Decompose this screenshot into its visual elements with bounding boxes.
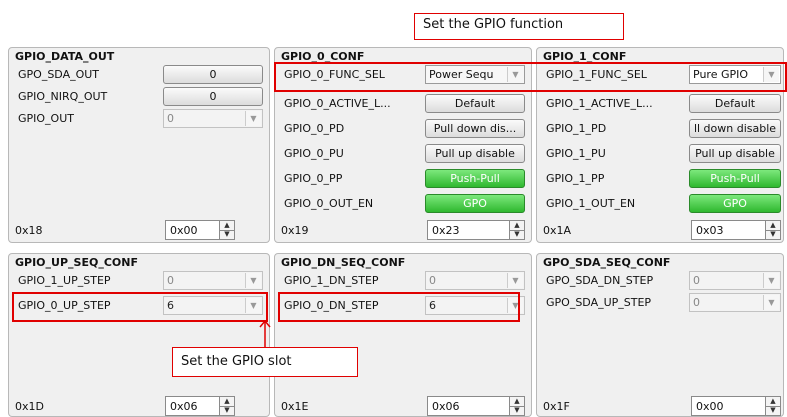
register-value-spinbox[interactable]: 0x00 ▲ ▼ (691, 396, 781, 416)
panel-title: GPIO_DN_SEQ_CONF (281, 256, 406, 269)
register-address: 0x1E (281, 400, 309, 413)
select-value: 0 (693, 274, 700, 287)
chevron-down-icon: ▼ (763, 273, 779, 288)
spinbox-value: 0x23 (432, 224, 460, 237)
spin-down-icon[interactable]: ▼ (510, 230, 524, 239)
gpio-0-active-label: GPIO_0_ACTIVE_L... (284, 97, 391, 110)
gpio-1-pp-button[interactable]: Push-Pull (689, 169, 781, 188)
spinbox-buttons[interactable]: ▲ ▼ (765, 397, 780, 415)
gpio-0-pp-button[interactable]: Push-Pull (425, 169, 525, 188)
panel-title: GPIO_UP_SEQ_CONF (15, 256, 138, 269)
select-value: 0 (429, 274, 436, 287)
gpio-data-out-panel: GPIO_DATA_OUT GPO_SDA_OUT 0 GPIO_NIRQ_OU… (8, 47, 270, 243)
gpio-1-pu-label: GPIO_1_PU (546, 147, 606, 160)
gpo-sda-dn-step-select[interactable]: 0 ▼ (689, 271, 781, 290)
chevron-down-icon: ▼ (763, 295, 779, 310)
gpio-1-pp-label: GPIO_1_PP (546, 172, 605, 185)
dn-step-highlight (278, 292, 520, 322)
register-address: 0x19 (281, 224, 309, 237)
select-value: 0 (693, 296, 700, 309)
spin-down-icon[interactable]: ▼ (766, 406, 780, 415)
panel-title: GPIO_DATA_OUT (15, 50, 115, 63)
spinbox-value: 0x06 (170, 400, 198, 413)
gpio-nirq-out-button[interactable]: 0 (163, 87, 263, 106)
spinbox-buttons[interactable]: ▲ ▼ (509, 221, 524, 239)
up-step-highlight (12, 292, 268, 322)
spinbox-buttons[interactable]: ▲ ▼ (765, 221, 780, 239)
chevron-down-icon: ▼ (245, 273, 261, 288)
select-value: 0 (167, 274, 174, 287)
spinbox-buttons[interactable]: ▲ ▼ (509, 397, 524, 415)
gpio-1-up-step-select[interactable]: 0 ▼ (163, 271, 263, 290)
spinbox-buttons[interactable]: ▲ ▼ (219, 221, 234, 239)
gpio-1-up-step-label: GPIO_1_UP_STEP (18, 274, 111, 287)
spin-down-icon[interactable]: ▼ (510, 406, 524, 415)
gpio-1-dn-step-label: GPIO_1_DN_STEP (284, 274, 379, 287)
arrow-up-icon (259, 319, 271, 348)
select-value: 0 (167, 112, 174, 125)
spinbox-value: 0x03 (696, 224, 724, 237)
gpo-sda-seq-conf-panel: GPO_SDA_SEQ_CONF GPO_SDA_DN_STEP 0 ▼ GPO… (536, 253, 784, 417)
register-address: 0x1F (543, 400, 570, 413)
func-sel-highlight (274, 62, 787, 92)
gpo-sda-up-step-label: GPO_SDA_UP_STEP (546, 296, 652, 309)
register-address: 0x1D (15, 400, 44, 413)
gpio-function-callout: Set the GPIO function (414, 13, 624, 40)
spinbox-value: 0x00 (170, 224, 198, 237)
gpo-sda-out-button[interactable]: 0 (163, 65, 263, 84)
gpio-1-out-en-button[interactable]: GPO (689, 194, 781, 213)
gpio-0-out-en-button[interactable]: GPO (425, 194, 525, 213)
gpio-0-out-en-label: GPIO_0_OUT_EN (284, 197, 374, 210)
gpio-0-pu-label: GPIO_0_PU (284, 147, 344, 160)
gpo-sda-up-step-select[interactable]: 0 ▼ (689, 293, 781, 312)
gpio-out-select[interactable]: 0 ▼ (163, 109, 263, 128)
register-value-spinbox[interactable]: 0x00 ▲ ▼ (165, 220, 235, 240)
spinbox-value: 0x00 (696, 400, 724, 413)
gpio-1-active-button[interactable]: Default (689, 94, 781, 113)
register-address: 0x18 (15, 224, 43, 237)
spinbox-buttons[interactable]: ▲ ▼ (219, 397, 234, 415)
register-value-spinbox[interactable]: 0x06 ▲ ▼ (165, 396, 235, 416)
gpio-out-label: GPIO_OUT (18, 112, 74, 125)
chevron-down-icon: ▼ (507, 273, 523, 288)
gpio-1-dn-step-select[interactable]: 0 ▼ (425, 271, 525, 290)
panel-title: GPO_SDA_SEQ_CONF (543, 256, 671, 269)
gpio-0-pp-label: GPIO_0_PP (284, 172, 343, 185)
chevron-down-icon: ▼ (245, 111, 261, 126)
gpio-1-pu-button[interactable]: Pull up disable (689, 144, 781, 163)
spin-down-icon[interactable]: ▼ (220, 230, 234, 239)
register-value-spinbox[interactable]: 0x03 ▲ ▼ (691, 220, 781, 240)
register-value-spinbox[interactable]: 0x06 ▲ ▼ (427, 396, 525, 416)
register-value-spinbox[interactable]: 0x23 ▲ ▼ (427, 220, 525, 240)
gpio-0-pd-button[interactable]: Pull down dis... (425, 119, 525, 138)
spin-down-icon[interactable]: ▼ (766, 230, 780, 239)
gpio-1-out-en-label: GPIO_1_OUT_EN (546, 197, 636, 210)
gpio-1-active-label: GPIO_1_ACTIVE_L... (546, 97, 653, 110)
spin-down-icon[interactable]: ▼ (220, 406, 234, 415)
gpio-0-pu-button[interactable]: Pull up disable (425, 144, 525, 163)
gpio-slot-callout: Set the GPIO slot (172, 347, 358, 377)
gpio-1-pd-button[interactable]: ll down disable (689, 119, 781, 138)
gpio-up-seq-conf-panel: GPIO_UP_SEQ_CONF GPIO_1_UP_STEP 0 ▼ GPIO… (8, 253, 270, 417)
gpo-sda-out-label: GPO_SDA_OUT (18, 68, 100, 81)
spinbox-value: 0x06 (432, 400, 460, 413)
gpio-0-pd-label: GPIO_0_PD (284, 122, 345, 135)
gpio-dn-seq-conf-panel: GPIO_DN_SEQ_CONF GPIO_1_DN_STEP 0 ▼ GPIO… (274, 253, 532, 417)
gpio-0-active-button[interactable]: Default (425, 94, 525, 113)
gpio-1-pd-label: GPIO_1_PD (546, 122, 607, 135)
gpo-sda-dn-step-label: GPO_SDA_DN_STEP (546, 274, 654, 287)
gpio-nirq-out-label: GPIO_NIRQ_OUT (18, 90, 108, 103)
register-address: 0x1A (543, 224, 572, 237)
